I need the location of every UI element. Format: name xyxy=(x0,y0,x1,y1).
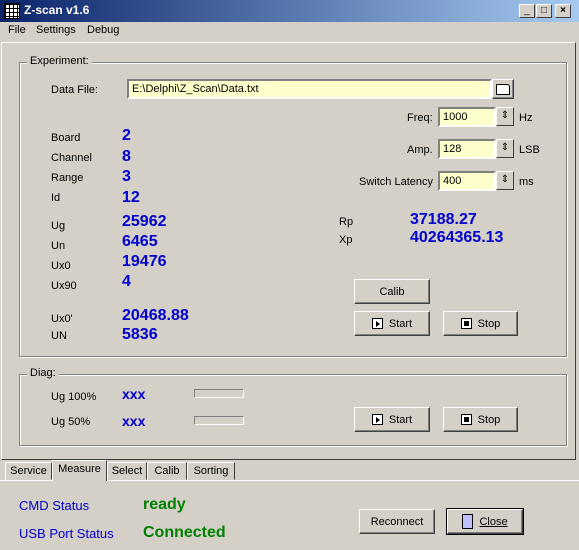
minimize-button[interactable]: _ xyxy=(519,4,535,18)
menu-file[interactable]: File xyxy=(8,24,26,36)
tab-sorting[interactable]: Sorting xyxy=(187,462,235,480)
window-title: Z-scan v1.6 xyxy=(24,3,90,17)
cmd-status-value: ready xyxy=(143,496,186,513)
tab-measure[interactable]: Measure xyxy=(52,460,107,481)
usb-status-value: Connected xyxy=(143,524,226,541)
reconnect-label: Reconnect xyxy=(370,515,424,528)
tab-select[interactable]: Select xyxy=(107,462,147,480)
menu-debug[interactable]: Debug xyxy=(87,24,119,36)
usb-status-label: USB Port Status xyxy=(19,526,114,541)
maximize-button[interactable]: □ xyxy=(536,4,552,18)
door-icon xyxy=(462,514,474,529)
menu-settings[interactable]: Settings xyxy=(36,24,76,36)
app-grid-icon[interactable] xyxy=(4,3,20,19)
close-label: Close xyxy=(479,515,508,528)
menu-bar: File Settings Debug xyxy=(0,22,579,41)
close-button[interactable]: Close xyxy=(446,508,524,535)
cmd-status-label: CMD Status xyxy=(19,498,90,513)
tab-calib[interactable]: Calib xyxy=(147,462,187,480)
close-window-button[interactable]: × xyxy=(555,4,571,18)
tab-panel xyxy=(1,42,576,460)
tab-service[interactable]: Service xyxy=(5,462,52,480)
reconnect-button[interactable]: Reconnect xyxy=(359,509,435,534)
